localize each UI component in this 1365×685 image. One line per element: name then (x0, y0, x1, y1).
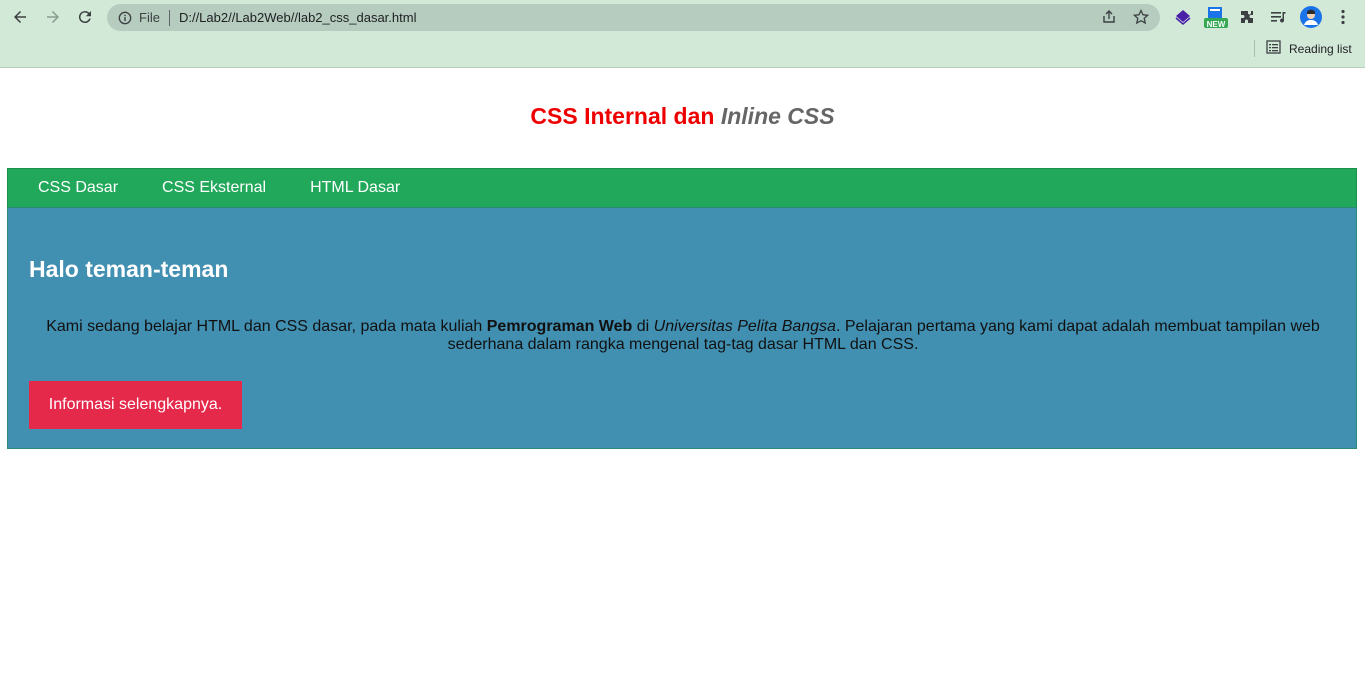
menu-item-css-eksternal[interactable]: CSS Eksternal (140, 169, 288, 207)
title-italic: Inline (720, 103, 781, 129)
reading-list-button[interactable]: Reading list (1266, 40, 1352, 57)
address-separator (168, 9, 170, 26)
menu-dots-icon[interactable] (1332, 6, 1354, 28)
address-prefix: File (139, 10, 160, 25)
reload-button[interactable] (73, 5, 97, 29)
menu-item-html-dasar[interactable]: HTML Dasar (288, 169, 422, 207)
title-part-2: CSS (787, 103, 835, 129)
share-icon[interactable] (1100, 8, 1118, 26)
title-part-1: CSS Internal dan (530, 103, 715, 129)
extension-diamond-icon[interactable] (1172, 6, 1194, 28)
content-paragraph: Kami sedang belajar HTML dan CSS dasar, … (38, 318, 1328, 354)
page-title: CSS Internal dan Inline CSS (0, 103, 1365, 130)
more-info-button[interactable]: Informasi selengkapnya. (29, 381, 242, 429)
paragraph-bold: Pemrograman Web (486, 318, 633, 335)
back-button[interactable] (8, 5, 32, 29)
extension-new-icon[interactable]: NEW (1203, 6, 1229, 29)
content-heading: Halo teman-teman (29, 256, 229, 282)
puzzle-icon[interactable] (1236, 6, 1258, 28)
reading-list-label: Reading list (1289, 41, 1352, 56)
address-bar[interactable]: File D://Lab2//Lab2Web//lab2_css_dasar.h… (107, 4, 1160, 31)
content-box: Halo teman-teman Kami sedang belajar HTM… (7, 207, 1357, 449)
back-icon (14, 11, 26, 23)
new-badge: NEW (1206, 20, 1226, 29)
main-menu: CSS Dasar CSS Eksternal HTML Dasar (7, 168, 1357, 208)
media-control-icon[interactable] (1268, 6, 1290, 28)
paragraph-mid: di (636, 318, 650, 335)
paragraph-italic: Universitas Pelita Bangsa (653, 318, 836, 335)
browser-toolbar: File D://Lab2//Lab2Web//lab2_css_dasar.h… (0, 0, 1365, 68)
bookmarks-separator (1254, 40, 1255, 57)
paragraph-start: Kami sedang belajar HTML dan CSS dasar, … (46, 318, 483, 335)
forward-icon (47, 11, 59, 23)
reload-icon (78, 11, 91, 24)
url-text[interactable]: D://Lab2//Lab2Web//lab2_css_dasar.html (179, 10, 417, 25)
avatar[interactable] (1300, 6, 1322, 28)
info-icon[interactable] (117, 10, 133, 26)
reading-list-icon (1266, 40, 1281, 57)
star-icon[interactable] (1132, 8, 1150, 26)
menu-item-css-dasar[interactable]: CSS Dasar (8, 169, 140, 207)
forward-button[interactable] (41, 5, 65, 29)
